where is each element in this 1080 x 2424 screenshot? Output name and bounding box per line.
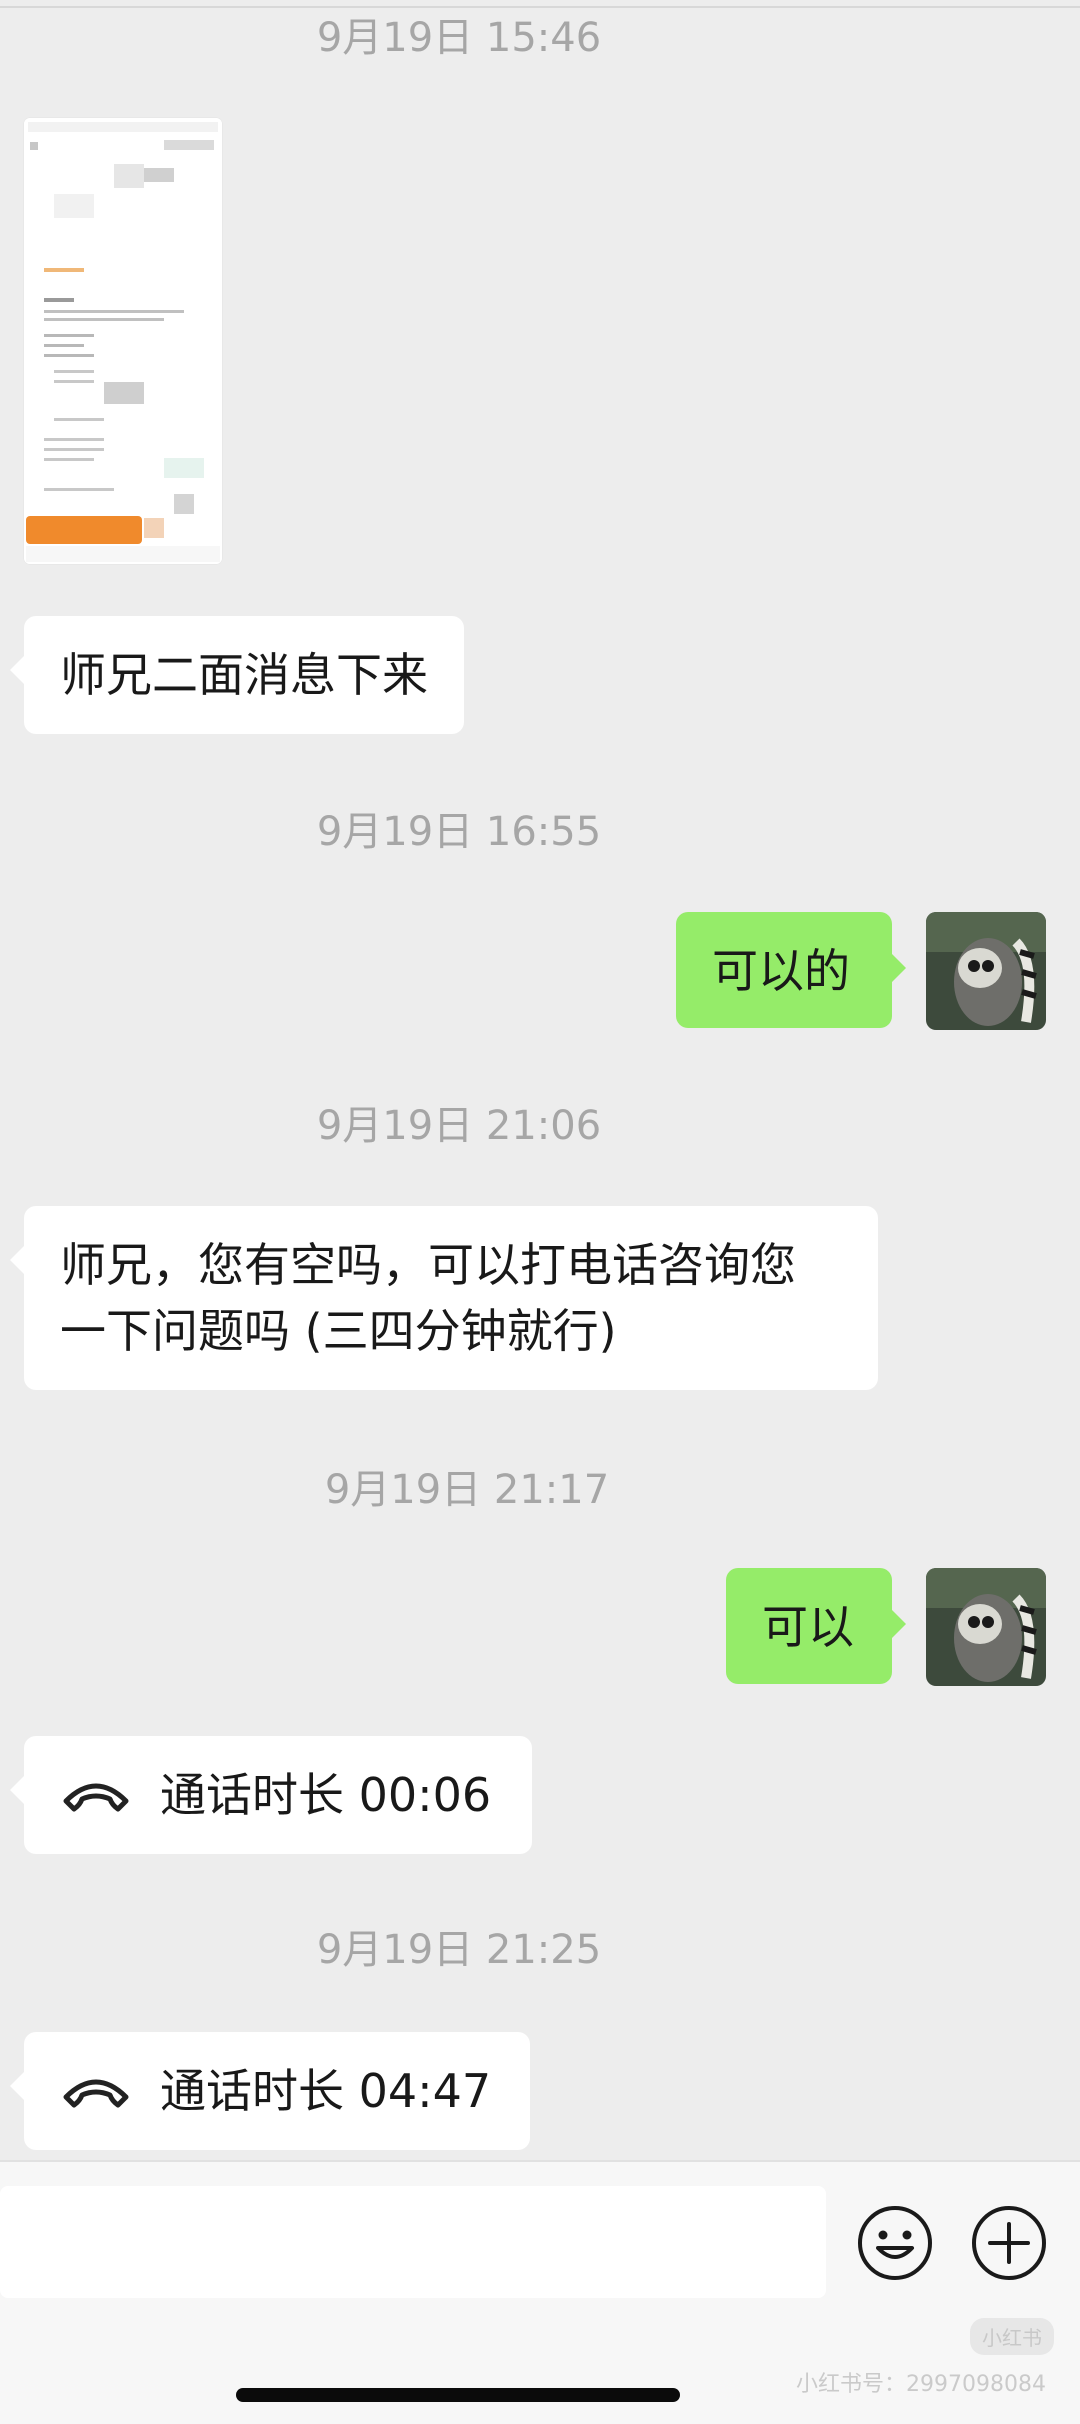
watermark-text: 小红书号：2997098084 [796,2372,1046,2397]
avatar[interactable] [926,1568,1046,1686]
image-message[interactable] [24,118,222,564]
phone-hangup-icon [63,2079,129,2108]
timestamp: 9月19日 21:17 [324,1467,610,1513]
call-record[interactable]: 通话时长 04:47 [10,2032,530,2150]
avatar[interactable] [926,912,1046,1030]
home-indicator[interactable] [236,2388,680,2402]
timestamp: 9月19日 16:55 [316,809,602,855]
incoming-message[interactable]: 师兄，您有空吗，可以打电话咨询您 一下问题吗 (三四分钟就行) [10,1206,878,1390]
call-duration: 通话时长 04:47 [160,2064,492,2118]
lemur-avatar-icon [926,912,1046,1030]
message-text: 可以的 [712,944,850,998]
outgoing-message[interactable]: 可以的 [676,912,906,1028]
chat-area: 9月19日 15:46 师兄二面消息下来 9月19日 16:55 可以的 9月1… [0,0,1080,2160]
timestamp: 9月19日 15:46 [316,15,602,61]
call-record[interactable]: 通话时长 00:06 [10,1736,532,1854]
screenshot-thumbnail [24,118,222,564]
incoming-message[interactable]: 师兄二面消息下来 [10,616,464,734]
smile-icon[interactable] [856,2204,934,2282]
lemur-avatar-icon [926,1568,1046,1686]
message-input[interactable] [0,2186,826,2298]
call-duration: 通话时长 00:06 [160,1768,492,1822]
plus-icon[interactable] [970,2204,1048,2282]
message-text-line: 一下问题吗 (三四分钟就行) [60,1304,617,1358]
outgoing-message[interactable]: 可以 [726,1568,906,1684]
input-bar: 小红书 小红书号：2997098084 [0,2160,1080,2424]
message-text: 可以 [762,1600,854,1654]
timestamp: 9月19日 21:06 [316,1103,602,1149]
watermark-badge: 小红书 [970,2318,1054,2355]
message-text-line: 师兄，您有空吗，可以打电话咨询您 [60,1238,796,1292]
timestamp: 9月19日 21:25 [316,1927,602,1973]
message-text: 师兄二面消息下来 [60,648,428,702]
phone-hangup-icon [63,1783,129,1812]
top-divider [0,6,1080,8]
